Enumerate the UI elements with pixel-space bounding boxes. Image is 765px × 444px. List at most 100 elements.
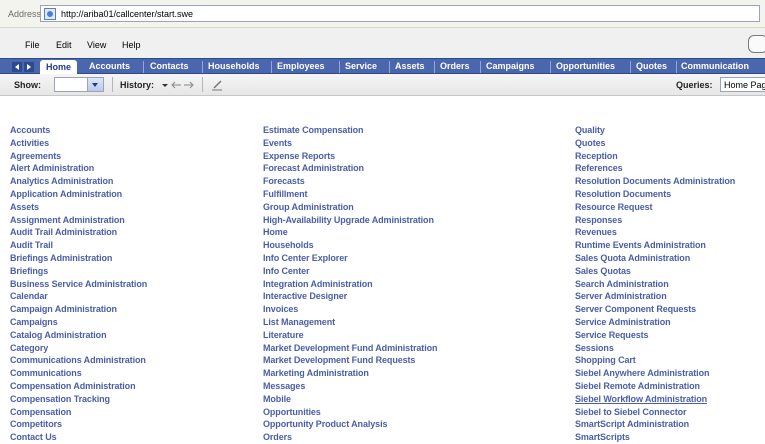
site-map-link[interactable]: Server Administration	[575, 290, 735, 303]
site-map-link[interactable]: Mobile	[263, 393, 437, 406]
tab-scroll-arrows-icon[interactable]	[12, 61, 38, 73]
site-map-link[interactable]: Sales Quota Administration	[575, 252, 735, 265]
site-map-link[interactable]: Quality	[575, 124, 735, 137]
site-map-link[interactable]: Agreements	[10, 150, 147, 163]
site-map-link[interactable]: Runtime Events Administration	[575, 239, 735, 252]
site-map-link[interactable]: Alert Administration	[10, 162, 147, 175]
site-map-link[interactable]: Estimate Compensation	[263, 124, 437, 137]
tab-orders[interactable]: Orders	[440, 59, 470, 74]
site-map-link[interactable]: Resolution Documents	[575, 188, 735, 201]
forward-arrow-icon[interactable]	[183, 80, 195, 90]
site-map-link[interactable]: Messages	[263, 380, 437, 393]
tab-accounts[interactable]: Accounts	[89, 59, 130, 74]
edit-pencil-icon[interactable]	[210, 78, 224, 92]
site-map-link[interactable]: Expense Reports	[263, 150, 437, 163]
queries-dropdown[interactable]: Home Pag	[720, 77, 765, 92]
site-map-link[interactable]: Competitors	[10, 418, 147, 431]
site-map-link[interactable]: Catalog Administration	[10, 329, 147, 342]
tab-assets[interactable]: Assets	[395, 59, 425, 74]
tab-communications[interactable]: Communication	[681, 59, 749, 74]
site-map-link[interactable]: Accounts	[10, 124, 147, 137]
menu-edit[interactable]: Edit	[56, 40, 72, 50]
site-map-link[interactable]: Siebel Workflow Administration	[575, 393, 735, 406]
tab-home[interactable]: Home	[40, 60, 78, 74]
browser-logo-button[interactable]	[748, 35, 765, 53]
site-map-link[interactable]: Revenues	[575, 226, 735, 239]
site-map-link[interactable]: Campaign Administration	[10, 303, 147, 316]
site-map-link[interactable]: Calendar	[10, 290, 147, 303]
site-map-link[interactable]: Assets	[10, 201, 147, 214]
site-map-link[interactable]: Siebel to Siebel Connector	[575, 406, 735, 419]
site-map-link[interactable]: Compensation Tracking	[10, 393, 147, 406]
menu-file[interactable]: File	[25, 40, 40, 50]
history-dropdown-icon[interactable]	[160, 79, 170, 91]
site-map-link[interactable]: Group Administration	[263, 201, 437, 214]
site-map-link[interactable]: Compensation Administration	[10, 380, 147, 393]
site-map-link[interactable]: SmartScript Administration	[575, 418, 735, 431]
menu-view[interactable]: View	[87, 40, 106, 50]
history-menu[interactable]: History:	[120, 80, 154, 90]
site-map-link[interactable]: Integration Administration	[263, 278, 437, 291]
site-map-link[interactable]: Audit Trail	[10, 239, 147, 252]
site-map-link[interactable]: Business Service Administration	[10, 278, 147, 291]
site-map-link[interactable]: Interactive Designer	[263, 290, 437, 303]
site-map-link[interactable]: Literature	[263, 329, 437, 342]
site-map-link[interactable]: Responses	[575, 214, 735, 227]
site-map-link[interactable]: Shopping Cart	[575, 354, 735, 367]
tab-contacts[interactable]: Contacts	[150, 59, 189, 74]
site-map-link[interactable]: Orders	[263, 431, 437, 444]
site-map-link[interactable]: Invoices	[263, 303, 437, 316]
site-map-link[interactable]: List Management	[263, 316, 437, 329]
back-arrow-icon[interactable]	[170, 80, 182, 90]
show-dropdown[interactable]	[54, 77, 104, 92]
site-map-link[interactable]: Sales Quotas	[575, 265, 735, 278]
site-map-link[interactable]: Application Administration	[10, 188, 147, 201]
tab-campaigns[interactable]: Campaigns	[486, 59, 535, 74]
address-field[interactable]: http://ariba01/callcenter/start.swe	[40, 5, 760, 22]
site-map-link[interactable]: Forecasts	[263, 175, 437, 188]
menu-help[interactable]: Help	[122, 40, 141, 50]
site-map-link[interactable]: Service Administration	[575, 316, 735, 329]
site-map-link[interactable]: Home	[263, 226, 437, 239]
site-map-link[interactable]: Market Development Fund Administration	[263, 342, 437, 355]
site-map-link[interactable]: Compensation	[10, 406, 147, 419]
site-map-link[interactable]: Service Requests	[575, 329, 735, 342]
site-map-link[interactable]: Audit Trail Administration	[10, 226, 147, 239]
site-map-link[interactable]: Search Administration	[575, 278, 735, 291]
site-map-link[interactable]: Resolution Documents Administration	[575, 175, 735, 188]
site-map-link[interactable]: SmartScripts	[575, 431, 735, 444]
site-map-link[interactable]: Briefings	[10, 265, 147, 278]
site-map-link[interactable]: Households	[263, 239, 437, 252]
site-map-link[interactable]: Communications	[10, 367, 147, 380]
site-map-link[interactable]: Opportunity Product Analysis	[263, 418, 437, 431]
site-map-link[interactable]: Forecast Administration	[263, 162, 437, 175]
site-map-link[interactable]: Opportunities	[263, 406, 437, 419]
chevron-down-icon[interactable]	[87, 78, 103, 91]
site-map-link[interactable]: Fulfillment	[263, 188, 437, 201]
site-map-link[interactable]: Category	[10, 342, 147, 355]
site-map-link[interactable]: Reception	[575, 150, 735, 163]
tab-opportunities[interactable]: Opportunities	[556, 59, 615, 74]
site-map-link[interactable]: Server Component Requests	[575, 303, 735, 316]
tab-employees[interactable]: Employees	[277, 59, 325, 74]
site-map-link[interactable]: Marketing Administration	[263, 367, 437, 380]
site-map-link[interactable]: Info Center	[263, 265, 437, 278]
site-map-link[interactable]: Siebel Remote Administration	[575, 380, 735, 393]
site-map-link[interactable]: Campaigns	[10, 316, 147, 329]
site-map-link[interactable]: References	[575, 162, 735, 175]
site-map-link[interactable]: Siebel Anywhere Administration	[575, 367, 735, 380]
site-map-link[interactable]: Analytics Administration	[10, 175, 147, 188]
site-map-link[interactable]: Sessions	[575, 342, 735, 355]
tab-service[interactable]: Service	[345, 59, 377, 74]
site-map-link[interactable]: Assignment Administration	[10, 214, 147, 227]
tab-quotes[interactable]: Quotes	[636, 59, 667, 74]
site-map-link[interactable]: Resource Request	[575, 201, 735, 214]
site-map-link[interactable]: Info Center Explorer	[263, 252, 437, 265]
site-map-link[interactable]: Communications Administration	[10, 354, 147, 367]
site-map-link[interactable]: Briefings Administration	[10, 252, 147, 265]
site-map-link[interactable]: Contact Us	[10, 431, 147, 444]
site-map-link[interactable]: Market Development Fund Requests	[263, 354, 437, 367]
tab-households[interactable]: Households	[208, 59, 260, 74]
site-map-link[interactable]: Events	[263, 137, 437, 150]
site-map-link[interactable]: Activities	[10, 137, 147, 150]
